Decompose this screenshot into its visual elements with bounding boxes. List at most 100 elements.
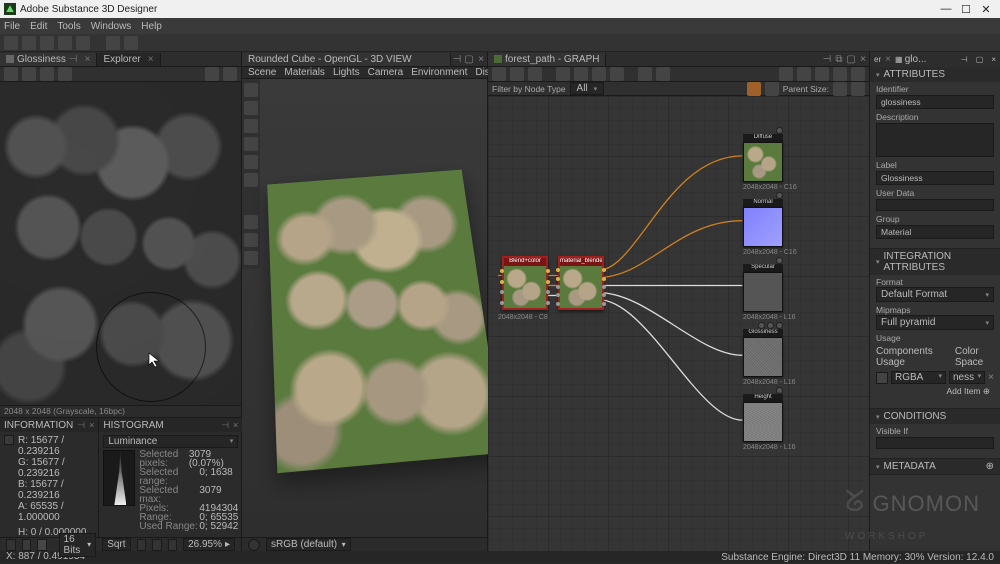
view3d-menu-scene[interactable]: Scene (248, 67, 276, 78)
node-material-blender[interactable]: material_blender (558, 256, 604, 310)
right-tab-2[interactable]: ▦ glo... (891, 53, 930, 66)
iray-icon[interactable] (244, 233, 258, 247)
close-icon[interactable]: × (233, 420, 238, 430)
mipmaps-select[interactable]: Full pyramid (876, 315, 994, 330)
tab-graph[interactable]: forest_path - GRAPH (488, 53, 606, 66)
description-field[interactable] (876, 123, 994, 157)
add-item-button[interactable]: Add Item (876, 384, 994, 399)
window-minimize-button[interactable]: — (936, 3, 956, 15)
histogram-panel-header[interactable]: HISTOGRAM ⊣× (99, 418, 242, 432)
close-icon[interactable]: × (475, 54, 487, 65)
parent-size-icon[interactable] (833, 82, 847, 96)
window-close-button[interactable]: ✕ (976, 3, 996, 16)
userdata-field[interactable] (876, 199, 994, 211)
camera-icon[interactable] (510, 67, 524, 81)
menu-edit[interactable]: Edit (30, 21, 47, 32)
channels-icon[interactable] (58, 67, 72, 81)
label-field[interactable]: Glossiness (876, 171, 994, 185)
frame-icon[interactable] (574, 67, 588, 81)
view3d-menu-lights[interactable]: Lights (333, 67, 360, 78)
stats-icon[interactable] (244, 251, 258, 265)
pin-icon[interactable]: ⊣ (221, 420, 229, 431)
tab-explorer[interactable]: Explorer × (97, 53, 160, 66)
node-graph[interactable]: Blend+color 2048x2048 - C8 material_blen… (488, 96, 869, 551)
histogram-icon[interactable] (205, 67, 219, 81)
view3d-menu-camera[interactable]: Camera (368, 67, 404, 78)
attributes-header[interactable]: ATTRIBUTES (870, 67, 1000, 82)
actual-icon[interactable] (168, 539, 178, 551)
timing-icon[interactable] (797, 67, 811, 81)
visibleif-field[interactable] (876, 437, 994, 449)
pin-icon[interactable]: ⊣ (77, 420, 85, 431)
fit-icon[interactable] (152, 539, 162, 551)
snapshot-icon[interactable] (528, 67, 542, 81)
histogram-channel-select[interactable]: Luminance (103, 435, 238, 448)
gamma-icon[interactable] (248, 539, 260, 551)
grid-icon[interactable] (137, 539, 147, 551)
view3d-menu-environment[interactable]: Environment (411, 67, 467, 78)
view-large-icon[interactable] (747, 82, 761, 96)
close-icon[interactable]: × (85, 54, 91, 65)
saveall-icon[interactable] (58, 36, 72, 50)
menu-windows[interactable]: Windows (91, 21, 132, 32)
format-select[interactable]: Default Format (876, 287, 994, 302)
link-mode-icon[interactable] (833, 67, 847, 81)
filter-type-select[interactable]: All (570, 82, 605, 95)
hist-scale-select[interactable]: Sqrt (102, 538, 130, 551)
integration-attributes-header[interactable]: INTEGRATION ATTRIBUTES (870, 249, 1000, 275)
window-maximize-button[interactable]: ☐ (956, 3, 976, 16)
identifier-field[interactable]: glossiness (876, 95, 994, 109)
undo-icon[interactable] (106, 36, 120, 50)
zoom-icon[interactable] (244, 155, 258, 169)
zoom-field[interactable]: 26.95%▸ (183, 538, 235, 551)
paste-icon[interactable] (40, 67, 54, 81)
node-output-glossiness[interactable]: Glossiness 2048x2048 - L16 (743, 329, 783, 386)
refresh-icon[interactable] (76, 36, 90, 50)
colorspace-select[interactable]: sRGB (default) ▾ (266, 538, 351, 551)
menu-help[interactable]: Help (141, 21, 162, 32)
close-icon[interactable]: × (987, 54, 1000, 65)
node-blend[interactable]: Blend+color (502, 256, 548, 310)
pin-icon[interactable]: ⊣ (451, 54, 463, 65)
comment-icon[interactable] (610, 67, 624, 81)
parent-size2-icon[interactable] (851, 82, 865, 96)
close-icon[interactable]: × (857, 54, 869, 65)
metadata-header[interactable]: METADATA⊕ (870, 459, 1000, 474)
close-icon[interactable]: × (89, 420, 94, 430)
usage-components-select[interactable]: RGBA (891, 371, 946, 384)
link-icon[interactable]: ⧉ (833, 54, 845, 65)
save-image-icon[interactable] (4, 67, 18, 81)
usage-colorspace-select[interactable]: ness (949, 371, 985, 384)
viewport-3d[interactable] (242, 79, 487, 537)
redo-icon[interactable] (124, 36, 138, 50)
copy-icon[interactable] (22, 67, 36, 81)
remove-icon[interactable]: × (988, 372, 994, 383)
tab-3dview[interactable]: Rounded Cube - OpenGL - 3D VIEW (242, 53, 451, 66)
save-icon[interactable] (40, 36, 54, 50)
flow-icon[interactable] (815, 67, 829, 81)
badge-icon[interactable] (851, 67, 865, 81)
pin-node-icon[interactable] (592, 67, 606, 81)
align-v-icon[interactable] (656, 67, 670, 81)
histogram-canvas[interactable] (103, 450, 135, 506)
add-icon[interactable]: ⊕ (986, 461, 994, 472)
restore-icon[interactable]: ▢ (845, 54, 857, 65)
restore-icon[interactable]: ▢ (972, 54, 988, 65)
pin-icon[interactable]: ⊣ (957, 54, 972, 65)
group-field[interactable]: Material (876, 225, 994, 239)
highlight-icon[interactable] (779, 67, 793, 81)
select-icon[interactable] (556, 67, 570, 81)
node-output-height[interactable]: Height 2048x2048 - L16 (743, 394, 783, 451)
home-icon[interactable] (244, 83, 258, 97)
rotate-icon[interactable] (244, 119, 258, 133)
swatch2-icon[interactable] (37, 539, 47, 551)
view3d-menu-materials[interactable]: Materials (284, 67, 325, 78)
wire-icon[interactable] (244, 215, 258, 229)
picker-icon[interactable] (6, 539, 16, 551)
pan-icon[interactable] (244, 137, 258, 151)
pin-icon[interactable]: ⊣ (69, 54, 78, 65)
view-small-icon[interactable] (765, 82, 779, 96)
align-h-icon[interactable] (638, 67, 652, 81)
restore-icon[interactable]: ▢ (463, 54, 475, 65)
light-icon[interactable] (244, 173, 258, 187)
